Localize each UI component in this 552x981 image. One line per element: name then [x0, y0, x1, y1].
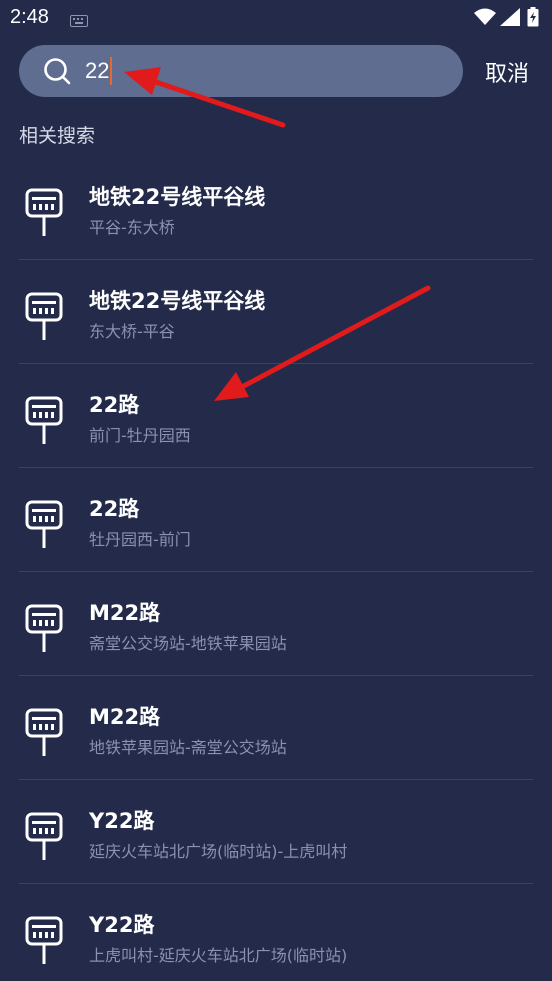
- result-subtitle: 牡丹园西-前门: [89, 530, 191, 549]
- keyboard-icon: [70, 12, 88, 31]
- result-title: 地铁22号线平谷线: [89, 185, 266, 209]
- signal-icon: [500, 8, 520, 30]
- search-input[interactable]: 22: [85, 55, 113, 87]
- result-title: 22路: [89, 393, 140, 417]
- list-item[interactable]: 22路 牡丹园西-前门: [0, 468, 552, 572]
- bus-stop-icon: [24, 500, 64, 554]
- battery-icon: [527, 7, 539, 31]
- result-title: Y22路: [89, 913, 155, 937]
- result-title: 22路: [89, 497, 140, 521]
- cancel-button[interactable]: 取消: [485, 56, 529, 88]
- bus-stop-icon: [24, 708, 64, 762]
- list-item[interactable]: 地铁22号线平谷线 东大桥-平谷: [0, 260, 552, 364]
- bus-stop-icon: [24, 292, 64, 346]
- result-title: M22路: [89, 601, 161, 625]
- search-box[interactable]: 22: [19, 45, 463, 97]
- list-item[interactable]: M22路 斋堂公交场站-地铁苹果园站: [0, 572, 552, 676]
- list-item[interactable]: M22路 地铁苹果园站-斋堂公交场站: [0, 676, 552, 780]
- bus-stop-icon: [24, 812, 64, 866]
- section-header: 相关搜索: [19, 125, 96, 147]
- result-subtitle: 延庆火车站北广场(临时站)-上虎叫村: [89, 842, 348, 861]
- list-item[interactable]: 22路 前门-牡丹园西: [0, 364, 552, 468]
- result-list: 地铁22号线平谷线 平谷-东大桥 地铁22号线平谷线 东大桥-平谷 22路 前门…: [0, 156, 552, 981]
- result-subtitle: 平谷-东大桥: [89, 218, 175, 237]
- list-item[interactable]: 地铁22号线平谷线 平谷-东大桥: [0, 156, 552, 260]
- screen: 2:48 22 取消 相关搜索 地铁22号线平谷线 平谷-东大桥 地铁22号线平…: [0, 0, 552, 981]
- search-icon: [43, 57, 71, 89]
- bus-stop-icon: [24, 604, 64, 658]
- status-bar: 2:48: [0, 0, 552, 36]
- search-input-value: 22: [85, 58, 110, 83]
- bus-stop-icon: [24, 916, 64, 970]
- list-item[interactable]: Y22路 延庆火车站北广场(临时站)-上虎叫村: [0, 780, 552, 884]
- result-title: Y22路: [89, 809, 155, 833]
- result-subtitle: 前门-牡丹园西: [89, 426, 191, 445]
- result-subtitle: 上虎叫村-延庆火车站北广场(临时站): [89, 946, 348, 965]
- status-time: 2:48: [10, 6, 49, 28]
- text-caret: [110, 57, 113, 85]
- wifi-icon: [474, 8, 496, 30]
- result-subtitle: 斋堂公交场站-地铁苹果园站: [89, 634, 287, 653]
- result-title: 地铁22号线平谷线: [89, 289, 266, 313]
- bus-stop-icon: [24, 188, 64, 242]
- list-item[interactable]: Y22路 上虎叫村-延庆火车站北广场(临时站): [0, 884, 552, 981]
- result-subtitle: 东大桥-平谷: [89, 322, 175, 341]
- result-subtitle: 地铁苹果园站-斋堂公交场站: [89, 738, 287, 757]
- result-title: M22路: [89, 705, 161, 729]
- bus-stop-icon: [24, 396, 64, 450]
